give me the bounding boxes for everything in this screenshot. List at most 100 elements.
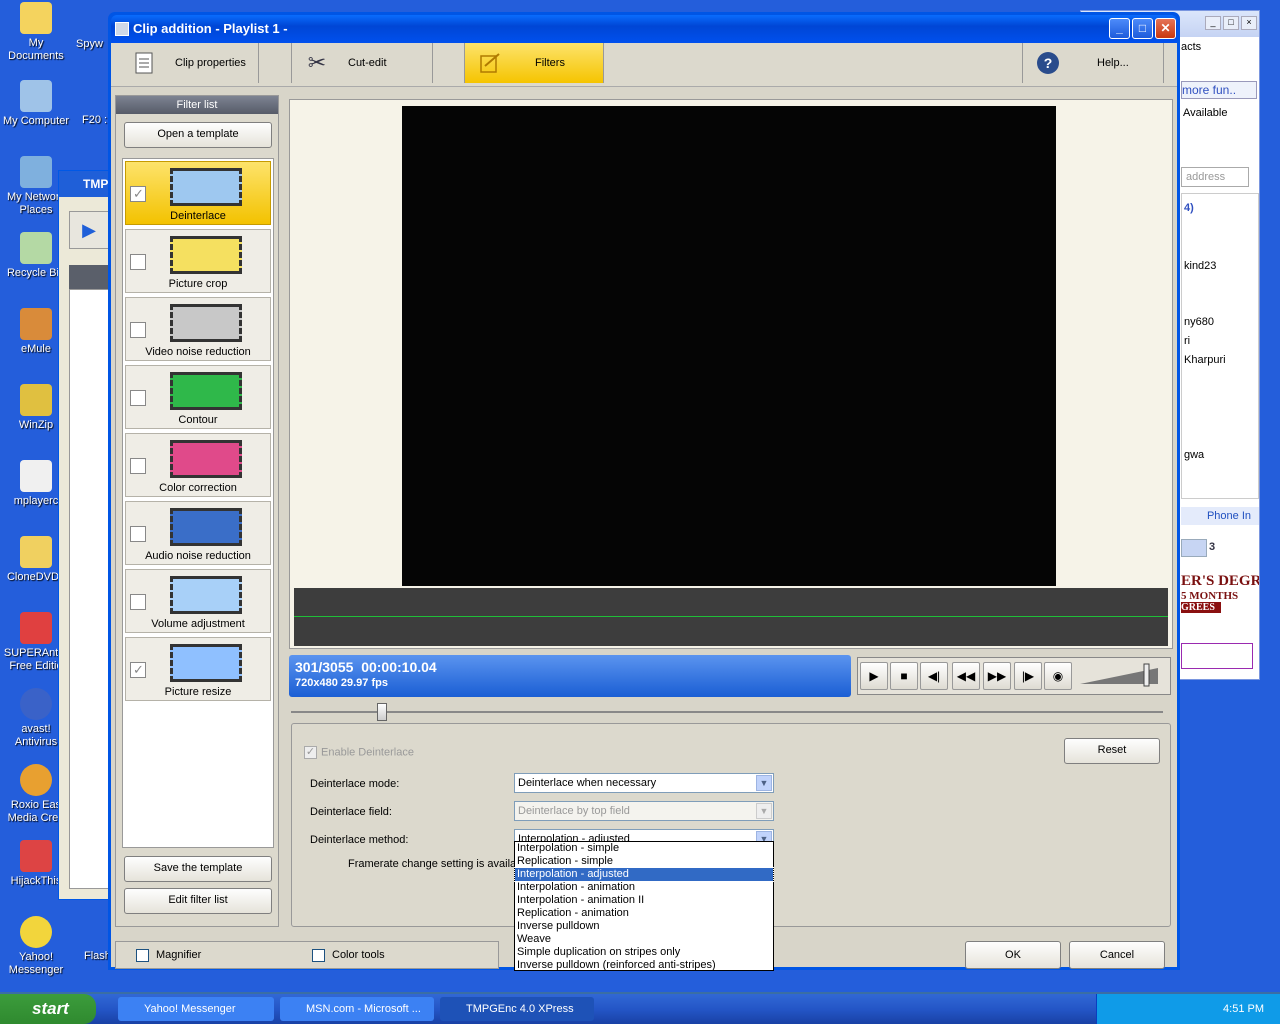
ad-input[interactable]	[1181, 643, 1253, 669]
method-option[interactable]: Weave	[515, 933, 773, 946]
filter-checkbox[interactable]	[130, 458, 146, 474]
enable-deinterlace-checkbox[interactable]: ✓ Enable Deinterlace	[304, 746, 414, 759]
help-button[interactable]: ? Help...	[1022, 43, 1164, 83]
desktop-icon-my-computer[interactable]: My Computer	[0, 80, 72, 128]
filter-item[interactable]: Picture crop	[125, 229, 271, 293]
contact-item[interactable]: ny680	[1184, 316, 1214, 328]
method-option[interactable]: Inverse pulldown	[515, 920, 773, 933]
color-tools-checkbox[interactable]	[312, 949, 325, 962]
edit-filter-list-button[interactable]: Edit filter list	[124, 888, 272, 914]
close-icon[interactable]: ×	[1241, 16, 1257, 30]
clip-properties-button[interactable]: Clip properties	[119, 43, 259, 83]
title-bar[interactable]: Clip addition - Playlist 1 - _ □ ✕	[111, 15, 1177, 43]
chevron-down-icon[interactable]: ▼	[756, 775, 772, 791]
filter-checkbox[interactable]	[130, 662, 146, 678]
speaker-icon[interactable]: ◉	[1044, 662, 1072, 690]
task-tmpgenc[interactable]: TMPGEnc 4.0 XPress	[440, 997, 594, 1021]
open-template-button[interactable]: Open a template	[124, 122, 272, 148]
pager-count: 3	[1209, 541, 1216, 553]
contact-list[interactable]: 4) kind23 ny680 ri Kharpuri gwa	[1181, 193, 1259, 499]
contact-item[interactable]: kind23	[1184, 260, 1216, 272]
filter-item[interactable]: Deinterlace	[125, 161, 271, 225]
advertisement[interactable]: ER'S DEGRI 5 MONTHS GREES	[1181, 573, 1259, 633]
magnifier-checkbox[interactable]	[136, 949, 149, 962]
close-button[interactable]: ✕	[1155, 18, 1176, 39]
chevron-down-icon[interactable]: ▼	[756, 803, 772, 819]
filter-thumbnail-icon	[170, 440, 242, 478]
stop-button[interactable]: ■	[890, 662, 918, 690]
audio-waveform	[294, 588, 1168, 646]
phone-in-link[interactable]: Phone In	[1181, 507, 1259, 525]
icon-label: My Network Places	[6, 191, 66, 216]
playback-controls: ▶ ■ ◀| ◀◀ ▶▶ |▶ ◉	[857, 657, 1171, 695]
tab-button[interactable]	[1181, 539, 1207, 557]
reset-button[interactable]: Reset	[1064, 738, 1160, 764]
start-button[interactable]: start	[0, 994, 96, 1024]
seek-track[interactable]	[291, 711, 1163, 713]
method-option[interactable]: Simple duplication on stripes only	[515, 946, 773, 959]
method-option[interactable]: Interpolation - animation II	[515, 894, 773, 907]
filter-item[interactable]: Audio noise reduction	[125, 501, 271, 565]
desktop-icon-my-documents[interactable]: My Documents	[0, 2, 72, 63]
filter-checkbox[interactable]	[130, 186, 146, 202]
maximize-icon[interactable]: □	[1223, 16, 1239, 30]
filter-list: Deinterlace Picture crop Video noise reduc…	[122, 158, 274, 848]
desktop-icon-yahoo-messenger[interactable]: Yahoo! Messenger	[0, 916, 72, 977]
filter-item[interactable]: Color correction	[125, 433, 271, 497]
minimize-button[interactable]: _	[1109, 18, 1130, 39]
save-template-button[interactable]: Save the template	[124, 856, 272, 882]
filter-item[interactable]: Volume adjustment	[125, 569, 271, 633]
clock[interactable]: 4:51 PM	[1223, 1003, 1264, 1015]
desktop-icon-f20[interactable]: F20 :	[82, 114, 110, 127]
icon-label: Roxio Eas Media Crea	[7, 799, 65, 824]
filter-label: Contour	[178, 414, 218, 426]
icon-label: Recycle Bin	[6, 267, 66, 279]
filter-item[interactable]: Picture resize	[125, 637, 271, 701]
status-dropdown[interactable]: Available	[1183, 107, 1227, 119]
method-option[interactable]: Inverse pulldown (reinforced anti-stripe…	[515, 959, 773, 972]
filter-item[interactable]: Contour	[125, 365, 271, 429]
desktop-icon-spyware[interactable]: Spyw	[76, 38, 110, 51]
prev-frame-button[interactable]: ◀|	[920, 662, 948, 690]
fast-forward-button[interactable]: ▶▶	[983, 662, 1011, 690]
deinterlace-field-select[interactable]: Deinterlace by top field ▼	[514, 801, 774, 821]
ok-button[interactable]: OK	[965, 941, 1061, 969]
desktop-icon-flash[interactable]: Flash Player	[84, 950, 110, 963]
play-button[interactable]: ▶	[860, 662, 888, 690]
rewind-button[interactable]: ◀◀	[952, 662, 980, 690]
filter-thumbnail-icon	[170, 168, 242, 206]
method-option[interactable]: Replication - simple	[515, 855, 773, 868]
method-dropdown-list[interactable]: Interpolation - simple Replication - simp…	[514, 841, 774, 971]
contact-item[interactable]: gwa	[1184, 449, 1204, 461]
filter-item[interactable]: Video noise reduction	[125, 297, 271, 361]
contact-item[interactable]: ri	[1184, 335, 1190, 347]
filter-checkbox[interactable]	[130, 322, 146, 338]
icon-label: CloneDVD2	[6, 571, 66, 583]
seek-thumb[interactable]	[377, 703, 387, 721]
filter-checkbox[interactable]	[130, 526, 146, 542]
task-msn[interactable]: MSN.com - Microsoft ...	[280, 997, 434, 1021]
clip-addition-window[interactable]: Clip addition - Playlist 1 - _ □ ✕ Clip …	[108, 12, 1180, 971]
cut-edit-button[interactable]: ✂ Cut-edit	[291, 43, 433, 83]
maximize-button[interactable]: □	[1132, 18, 1153, 39]
method-option[interactable]: Interpolation - adjusted	[514, 867, 774, 882]
filter-checkbox[interactable]	[130, 594, 146, 610]
filter-list-panel: Filter list Open a template Deinterlace P…	[115, 95, 279, 927]
minimize-icon[interactable]: _	[1205, 16, 1221, 30]
task-yahoo-messenger[interactable]: Yahoo! Messenger	[118, 997, 274, 1021]
deinterlace-mode-select[interactable]: Deinterlace when necessary ▼	[514, 773, 774, 793]
tab-filters[interactable]: Filters	[464, 43, 604, 83]
document-icon	[133, 51, 155, 75]
address-field[interactable]: address	[1181, 167, 1249, 187]
contact-item[interactable]: Kharpuri	[1184, 354, 1226, 366]
method-option[interactable]: Interpolation - animation	[515, 881, 773, 894]
filter-checkbox[interactable]	[130, 254, 146, 270]
fun-link[interactable]: more fun..	[1181, 81, 1257, 99]
next-frame-button[interactable]: |▶	[1014, 662, 1042, 690]
cancel-button[interactable]: Cancel	[1069, 941, 1165, 969]
icon-label: avast! Antivirus	[14, 723, 58, 748]
method-option[interactable]: Interpolation - simple	[515, 842, 773, 855]
method-option[interactable]: Replication - animation	[515, 907, 773, 920]
filter-checkbox[interactable]	[130, 390, 146, 406]
volume-slider[interactable]	[1078, 662, 1168, 690]
